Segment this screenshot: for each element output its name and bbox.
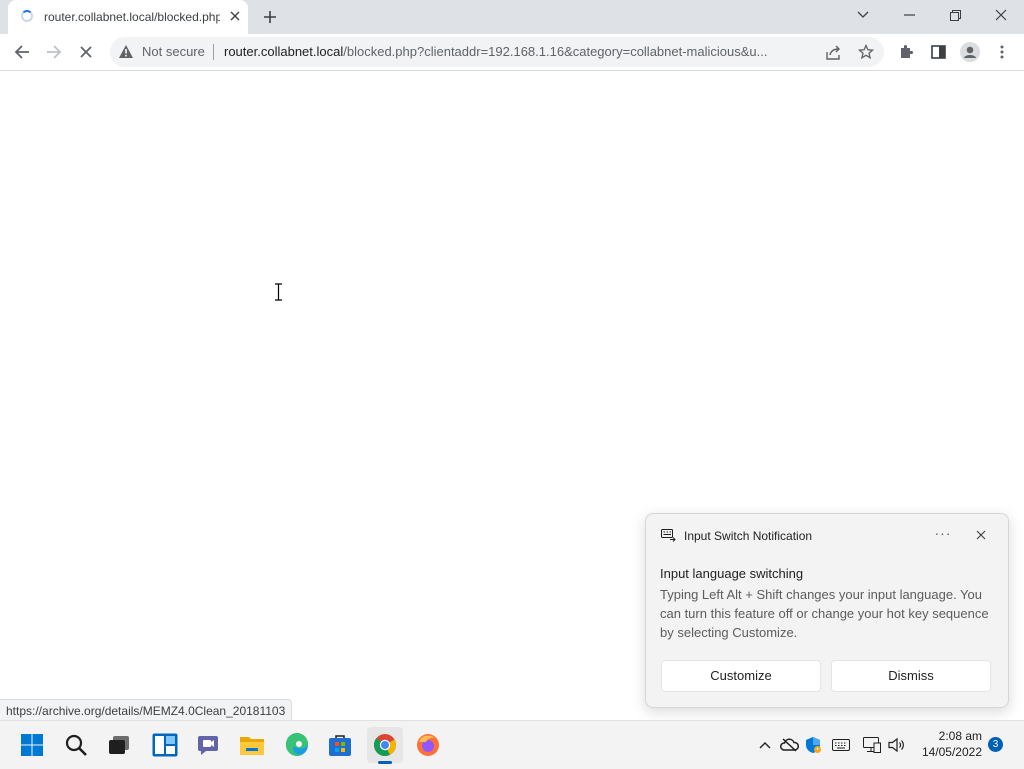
side-panel-button[interactable] — [925, 39, 951, 65]
share-icon — [826, 45, 840, 60]
clock-date[interactable]: 14/05/2022 — [912, 745, 982, 759]
volume-icon — [888, 737, 904, 753]
notification-close-button[interactable] — [971, 525, 991, 545]
input-indicator-button[interactable] — [830, 733, 852, 757]
url-host: router.collabnet.local — [224, 44, 344, 59]
new-tab-button[interactable] — [258, 5, 282, 29]
restore-icon — [949, 9, 961, 21]
file-explorer-button[interactable] — [234, 727, 270, 763]
teams-chat-icon — [198, 736, 218, 755]
search-button[interactable] — [58, 727, 94, 763]
browser-toolbar: Not secure router.collabnet.local/blocke… — [0, 34, 1024, 71]
chrome-button[interactable] — [367, 727, 403, 763]
store-button[interactable] — [322, 727, 358, 763]
chrome-icon — [374, 734, 396, 756]
network-tray-button[interactable] — [861, 733, 883, 757]
chevron-down-icon — [857, 11, 869, 18]
profile-button[interactable] — [957, 39, 983, 65]
start-button[interactable] — [14, 727, 50, 763]
dismiss-button[interactable]: Dismiss — [831, 660, 991, 692]
task-view-button[interactable] — [101, 727, 137, 763]
teams-chat-button[interactable] — [190, 727, 226, 763]
divider — [213, 44, 214, 60]
star-icon — [858, 44, 874, 60]
input-switch-notification: Input Switch Notification ··· Input lang… — [645, 513, 1009, 708]
close-icon — [995, 9, 1007, 21]
loading-spinner-icon — [21, 10, 33, 22]
minimize-button[interactable] — [886, 0, 932, 30]
warning-icon[interactable] — [118, 44, 134, 59]
edge-button[interactable] — [279, 727, 315, 763]
menu-icon — [1000, 45, 1004, 59]
browser-menu-button[interactable] — [989, 39, 1015, 65]
widgets-button[interactable] — [147, 727, 183, 763]
volume-tray-button[interactable] — [886, 733, 908, 757]
firefox-icon — [417, 734, 439, 756]
notification-body: Typing Left Alt + Shift changes your inp… — [660, 587, 989, 640]
back-icon — [14, 45, 29, 59]
active-app-indicator — [378, 761, 392, 764]
side-panel-icon — [930, 45, 946, 59]
url-path: /blocked.php?clientaddr=192.168.1.16&cat… — [343, 44, 768, 59]
share-button[interactable] — [821, 39, 847, 65]
minimize-icon — [903, 14, 915, 16]
notification-more-button[interactable]: ··· — [932, 525, 954, 545]
security-status-label[interactable]: Not secure — [142, 44, 205, 59]
start-icon — [21, 734, 43, 756]
defender-tray-button[interactable] — [802, 733, 824, 757]
show-hidden-icons-button[interactable] — [754, 733, 776, 757]
edge-icon — [285, 733, 308, 756]
clock-time[interactable]: 2:08 am — [912, 729, 982, 743]
window-close-button[interactable] — [978, 0, 1024, 30]
tab-search-button[interactable] — [840, 0, 886, 30]
firefox-button[interactable] — [410, 727, 446, 763]
onedrive-tray-button[interactable] — [778, 733, 800, 757]
tab-strip: router.collabnet.local/blocked.php — [0, 0, 1024, 34]
url-text[interactable]: router.collabnet.local/blocked.php?clien… — [224, 44, 816, 59]
forward-button[interactable] — [41, 39, 67, 65]
restore-button[interactable] — [932, 0, 978, 30]
keyboard-icon — [832, 739, 850, 751]
bookmark-button[interactable] — [853, 39, 879, 65]
extensions-button[interactable] — [893, 39, 919, 65]
extensions-icon — [901, 45, 913, 58]
browser-tab[interactable]: router.collabnet.local/blocked.php — [8, 0, 248, 34]
widgets-icon — [152, 733, 178, 757]
notification-app-name: Input Switch Notification — [684, 529, 813, 543]
stop-loading-button[interactable] — [73, 39, 99, 65]
address-bar[interactable]: Not secure router.collabnet.local/blocke… — [110, 37, 884, 67]
network-icon — [863, 737, 881, 753]
tab-close-button[interactable] — [225, 6, 245, 26]
back-button[interactable] — [9, 39, 35, 65]
tab-title: router.collabnet.local/blocked.php — [44, 10, 220, 24]
profile-icon — [960, 42, 980, 62]
text-cursor-icon — [275, 283, 282, 301]
file-explorer-icon — [240, 737, 264, 755]
search-icon — [65, 734, 87, 756]
stop-icon — [80, 46, 92, 58]
keyboard-switch-icon — [661, 529, 676, 542]
close-icon — [230, 11, 240, 21]
customize-button[interactable]: Customize — [661, 660, 821, 692]
defender-icon — [806, 737, 821, 753]
onedrive-icon — [779, 738, 799, 752]
notification-count-badge[interactable]: 3 — [988, 737, 1003, 752]
taskbar: 2:08 am 14/05/2022 3 — [0, 720, 1024, 769]
notification-heading: Input language switching — [660, 566, 804, 581]
close-icon — [976, 530, 986, 540]
chevron-up-icon — [759, 742, 771, 749]
forward-icon — [47, 45, 62, 59]
plus-icon — [264, 11, 276, 23]
store-icon — [329, 735, 351, 756]
task-view-icon — [109, 736, 129, 754]
